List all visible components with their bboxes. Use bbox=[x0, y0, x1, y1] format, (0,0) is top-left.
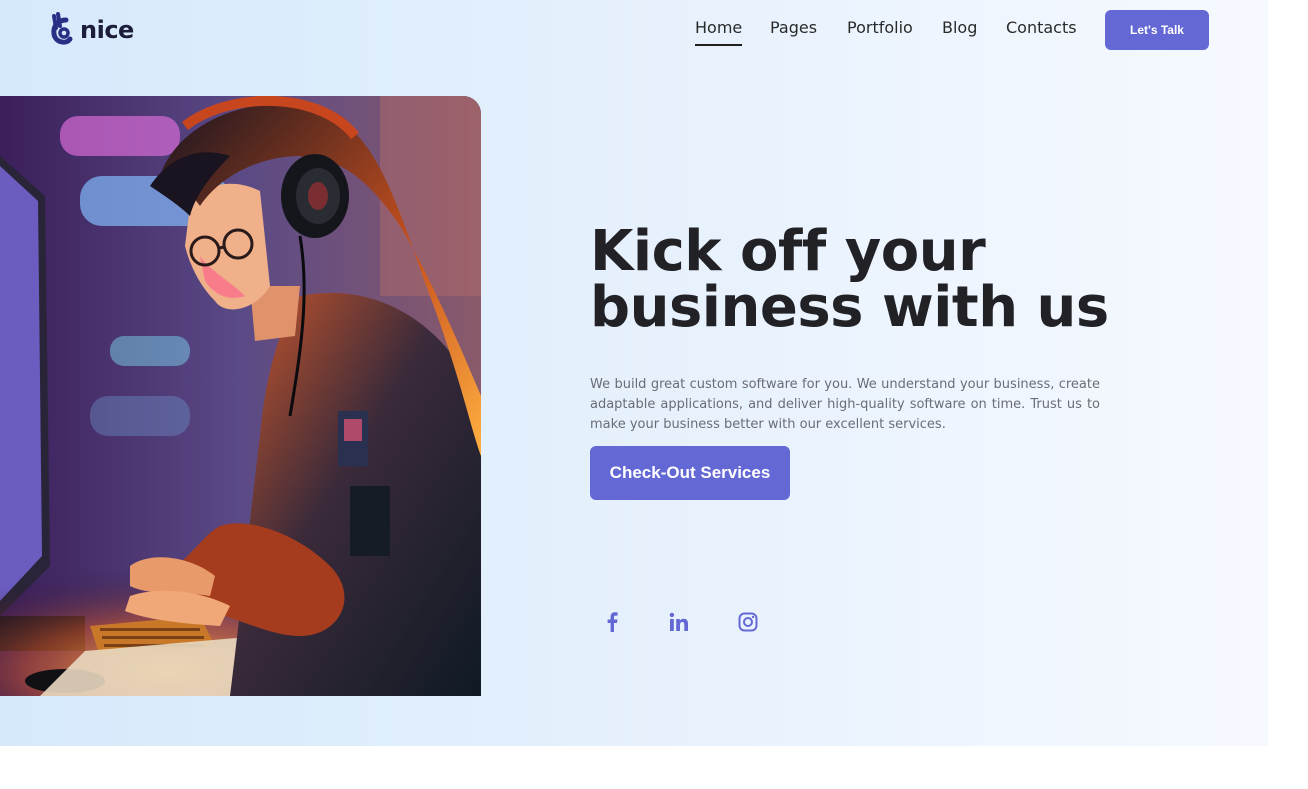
hero-description: We build great custom software for you. … bbox=[590, 377, 1100, 432]
lets-talk-button[interactable]: Let's Talk bbox=[1105, 10, 1209, 50]
hero-headline-line-2: business with us bbox=[590, 275, 1109, 340]
nav-item-blog[interactable]: Blog bbox=[942, 18, 977, 37]
linkedin-icon bbox=[669, 612, 688, 631]
woman-coding-illustration bbox=[0, 96, 481, 696]
check-out-services-button[interactable]: Check-Out Services bbox=[590, 446, 790, 500]
page-edge bbox=[1268, 0, 1308, 746]
facebook-icon bbox=[607, 612, 618, 632]
hero-headline-line-1: Kick off your bbox=[590, 219, 986, 284]
nav-item-home[interactable]: Home bbox=[695, 18, 743, 46]
linkedin-link[interactable] bbox=[665, 608, 693, 636]
instagram-link[interactable] bbox=[734, 608, 762, 636]
nav-item-portfolio[interactable]: Portfolio bbox=[847, 18, 913, 37]
nav-item-pages[interactable]: Pages bbox=[770, 18, 817, 37]
hero-headline: Kick off your business with us bbox=[590, 224, 1150, 336]
nav-item-contacts[interactable]: Contacts bbox=[1006, 18, 1077, 37]
brand-logo[interactable]: nice bbox=[48, 10, 134, 50]
brand-name: nice bbox=[80, 16, 134, 44]
facebook-link[interactable] bbox=[598, 608, 626, 636]
hero-illustration bbox=[0, 96, 481, 696]
hand-ok-logo-icon bbox=[51, 12, 73, 45]
instagram-icon bbox=[738, 612, 758, 632]
